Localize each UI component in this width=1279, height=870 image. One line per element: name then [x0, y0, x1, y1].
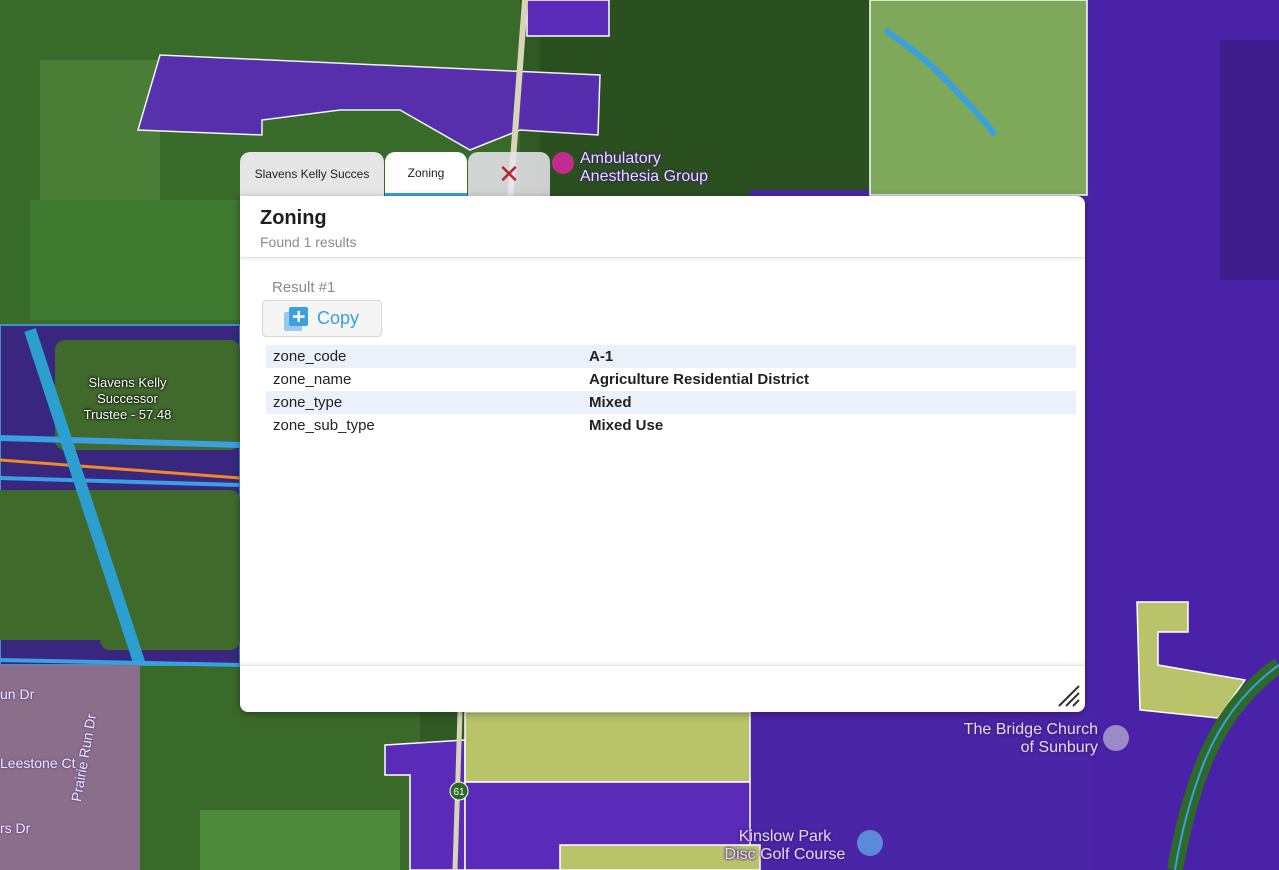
poi-bridge-church[interactable]: The Bridge Church of Sunbury [950, 721, 1098, 757]
close-icon: ✕ [498, 159, 520, 189]
hospital-pin-icon[interactable] [552, 152, 574, 174]
attributes-table: zone_code A-1 zone_name Agriculture Resi… [266, 345, 1076, 437]
attr-key: zone_sub_type [273, 417, 375, 434]
panel-footer [240, 665, 1085, 712]
zoning-panel: Zoning Found 1 results Result #1 Copy zo… [240, 196, 1085, 712]
church-pin-icon[interactable] [1103, 725, 1129, 751]
poi-kinslow-park[interactable]: Kinslow Park Disc Golf Course [715, 828, 855, 864]
panel-title: Zoning [260, 207, 327, 229]
table-row: zone_code A-1 [266, 345, 1076, 368]
route-shield-label: 61 [453, 787, 465, 798]
tab-zoning[interactable]: Zoning [385, 152, 467, 196]
street-un-dr: un Dr [0, 686, 35, 702]
panel-body[interactable]: Result #1 Copy zone_code A-1 zone_name A… [240, 260, 1085, 664]
tab-parcel[interactable]: Slavens Kelly Succes [240, 152, 384, 196]
poi-ambulatory[interactable]: Ambulatory Anesthesia Group [580, 150, 708, 186]
attr-value: Agriculture Residential District [589, 371, 810, 388]
copy-label: Copy [317, 308, 360, 328]
table-row: zone_type Mixed [266, 391, 1076, 414]
attr-key: zone_name [273, 371, 352, 388]
attr-key: zone_code [266, 345, 582, 368]
copy-icon [284, 306, 308, 331]
parcel-label: Slavens Kelly Successor Trustee - 57.48 [83, 375, 172, 422]
attr-key: zone_type [266, 391, 582, 414]
popup-tabs: Slavens Kelly Succes Zoning ✕ [240, 152, 550, 196]
street-leestone-ct: Leestone Ct [0, 755, 76, 771]
resize-handle-icon[interactable] [1057, 684, 1081, 708]
table-row: zone_sub_type Mixed Use [266, 414, 1076, 437]
attr-value: A-1 [582, 345, 1076, 368]
panel-header: Zoning Found 1 results [240, 196, 1085, 258]
results-count: Found 1 results [260, 234, 357, 250]
attr-value: Mixed [582, 391, 1076, 414]
result-label: Result #1 [272, 279, 336, 296]
park-pin-icon[interactable] [857, 830, 883, 856]
table-row: zone_name Agriculture Residential Distri… [266, 368, 1076, 391]
close-tab-button[interactable]: ✕ [468, 152, 550, 196]
street-rs-dr: rs Dr [0, 820, 31, 836]
attr-value: Mixed Use [589, 417, 664, 434]
copy-button[interactable]: Copy [262, 300, 382, 337]
